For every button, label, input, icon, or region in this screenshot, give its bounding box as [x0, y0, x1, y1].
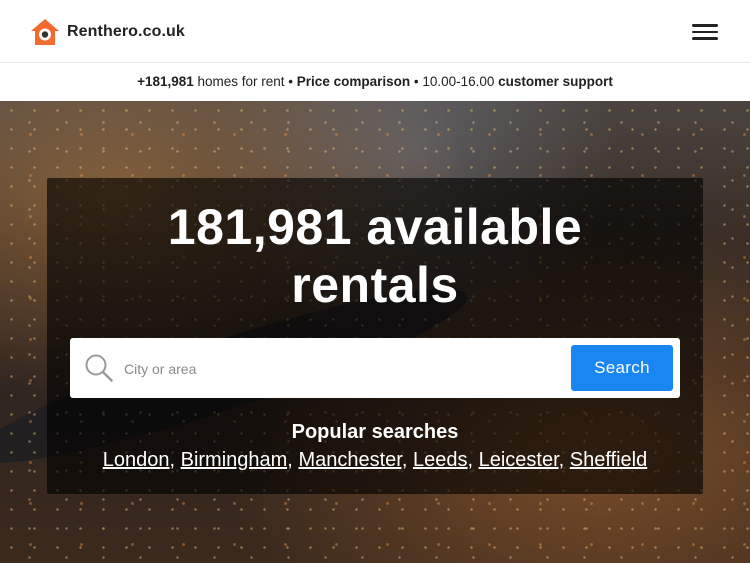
- title-line-1: 181,981 available: [167, 199, 583, 255]
- homes-count: +181,981: [137, 74, 194, 89]
- search-box: Search: [70, 338, 680, 398]
- search-button[interactable]: Search: [571, 345, 673, 391]
- house-eye-icon: [30, 18, 60, 46]
- popular-link-sheffield[interactable]: Sheffield: [570, 449, 647, 471]
- customer-support-text: customer support: [498, 74, 613, 89]
- price-comparison-text: Price comparison: [296, 74, 411, 89]
- hero-panel: 181,981 available rentals Search Popular…: [47, 178, 703, 494]
- popular-link-manchester[interactable]: Manchester,: [298, 449, 407, 471]
- search-icon: [84, 353, 114, 383]
- page-title: 181,981 available rentals: [47, 198, 703, 314]
- hero-section: 181,981 available rentals Search Popular…: [0, 101, 750, 563]
- popular-link-leicester[interactable]: Leicester,: [479, 449, 565, 471]
- info-bar: +181,981 homes for rent • Price comparis…: [0, 63, 750, 101]
- support-hours: • 10.00-16.00: [410, 74, 499, 89]
- site-header: Renthero.co.uk: [0, 0, 750, 63]
- popular-link-london[interactable]: London,: [103, 449, 175, 471]
- logo-link[interactable]: Renthero.co.uk: [30, 18, 185, 46]
- popular-link-birmingham[interactable]: Birmingham,: [181, 449, 293, 471]
- hamburger-icon[interactable]: [690, 22, 720, 42]
- homes-text: homes for rent •: [193, 74, 297, 89]
- popular-link-leeds[interactable]: Leeds,: [413, 449, 473, 471]
- title-line-2: rentals: [291, 257, 459, 313]
- search-input[interactable]: [122, 352, 566, 386]
- popular-searches-title: Popular searches: [291, 421, 459, 443]
- logo-text: Renthero.co.uk: [67, 23, 185, 40]
- popular-searches-links: London, Birmingham, Manchester, Leeds, L…: [47, 449, 703, 472]
